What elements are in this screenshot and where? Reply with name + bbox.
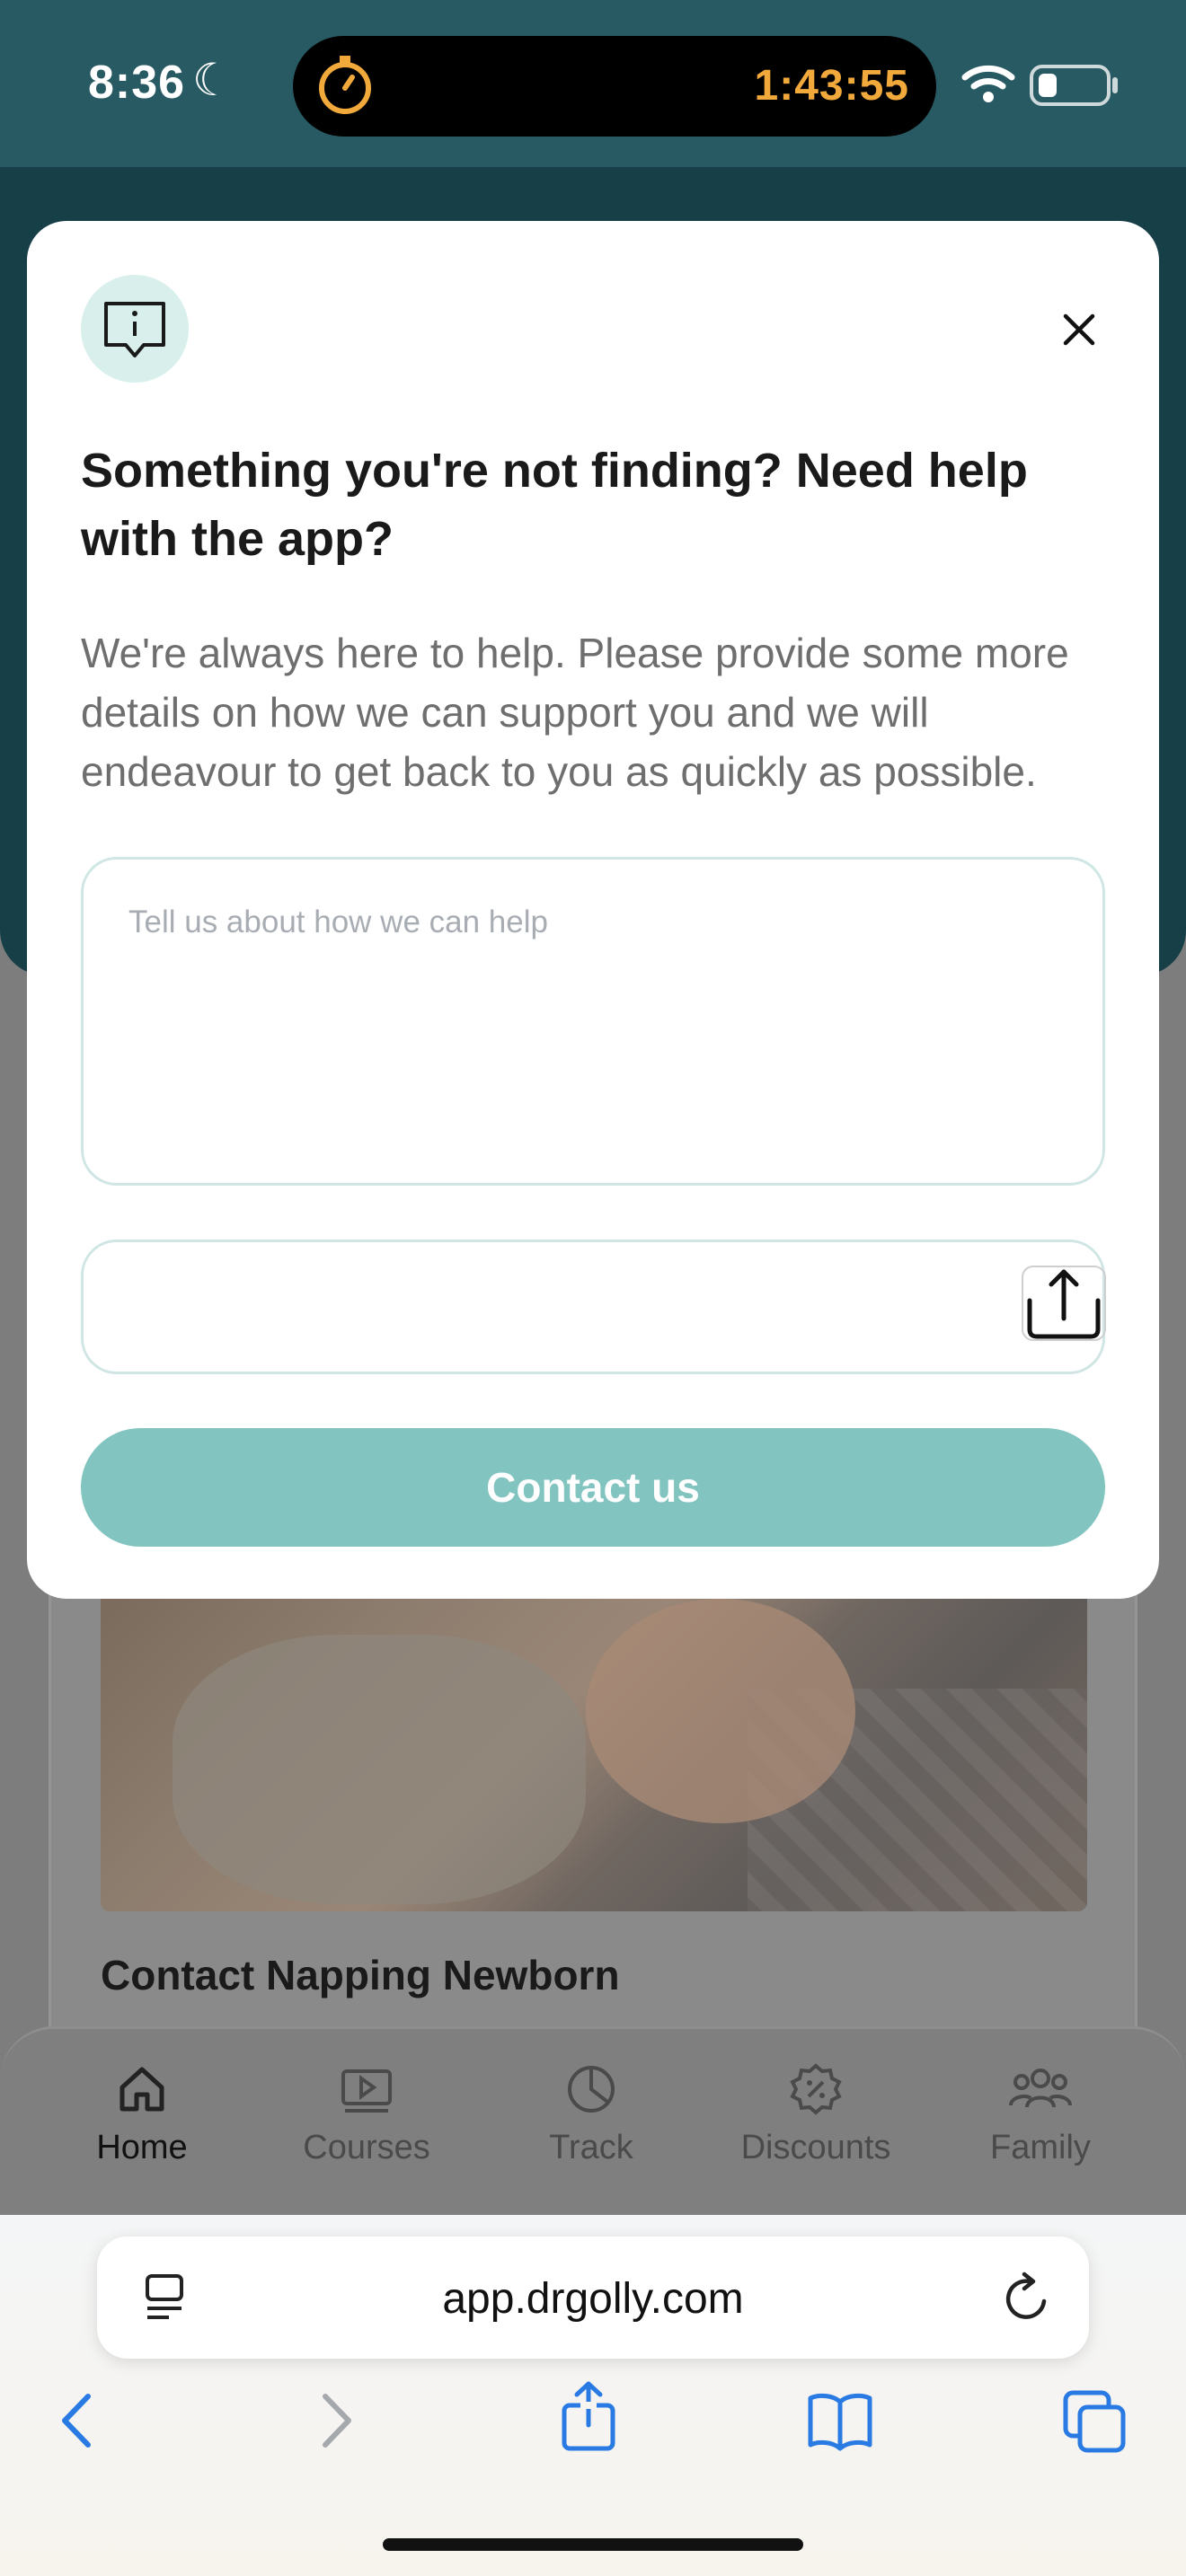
status-time: 8:36 [88,57,186,109]
battery-icon [1030,65,1111,106]
back-icon[interactable] [54,2389,99,2452]
share-icon[interactable] [559,2380,618,2452]
tab-home[interactable]: Home [52,2062,232,2167]
tab-label: Courses [303,2129,430,2166]
modal-title: Something you're not finding? Need help … [81,444,1028,566]
info-badge [81,275,189,383]
contact-us-button[interactable]: Contact us [81,1428,1105,1547]
tab-label: Discounts [740,2129,891,2166]
sleeping-baby-image [101,1581,1087,1911]
reload-icon[interactable] [1003,2271,1053,2325]
wifi-icon [961,65,1015,102]
help-message-textarea[interactable]: Tell us about how we can help [81,857,1105,1186]
battery-tip [1112,77,1118,93]
tab-label: Home [96,2129,188,2166]
forward-icon[interactable] [314,2389,359,2452]
status-bar: 8:36 ☾ 1:43:55 [0,0,1186,167]
tab-discounts[interactable]: Discounts [726,2062,906,2167]
modal-description: We're always here to help. Please provid… [81,630,1069,795]
home-indicator [383,2538,803,2551]
tab-courses[interactable]: Courses [277,2062,456,2167]
info-speech-icon [104,302,165,357]
tab-family[interactable]: Family [951,2062,1130,2167]
play-icon [341,2069,392,2113]
textarea-placeholder: Tell us about how we can help [128,904,548,940]
upload-icon[interactable] [1021,1265,1107,1342]
stopwatch-icon [319,56,371,114]
dynamic-island[interactable]: 1:43:55 [293,36,936,137]
timer-readout: 1:43:55 [754,62,909,110]
address-bar[interactable]: app.drgolly.com [97,2236,1089,2359]
help-modal: Something you're not finding? Need help … [27,221,1159,1599]
tab-label: Track [549,2129,633,2166]
tabs-icon[interactable] [1062,2389,1127,2454]
url-text: app.drgolly.com [442,2275,744,2323]
close-icon[interactable] [1057,307,1102,352]
file-upload-field[interactable] [81,1239,1105,1374]
pie-chart-icon [568,2066,615,2113]
bookmarks-icon[interactable] [807,2389,873,2452]
tab-track[interactable]: Track [501,2062,681,2167]
family-icon [1009,2069,1072,2108]
home-icon [119,2067,164,2112]
focus-moon-icon: ☾ [192,55,233,105]
discount-icon [790,2063,842,2115]
card-title: Contact Napping Newborn [101,1952,620,1998]
tab-label: Family [990,2129,1091,2166]
